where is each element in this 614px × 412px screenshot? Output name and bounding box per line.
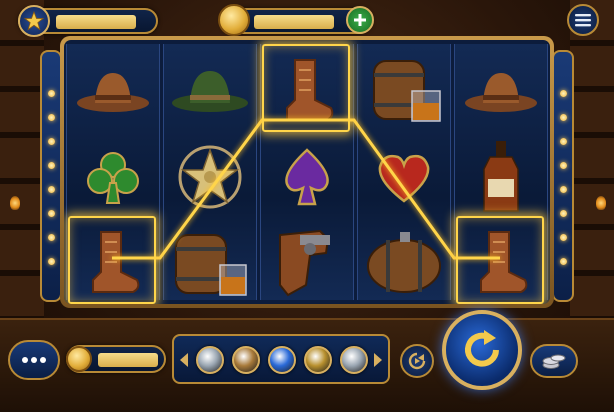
coin-icon: [218, 4, 250, 36]
autoplay-icon: [408, 352, 426, 370]
autoplay-button[interactable]: [400, 344, 434, 378]
rail-light: [48, 114, 55, 121]
spin-button[interactable]: [442, 310, 522, 390]
chip-silver[interactable]: [196, 346, 224, 374]
chip-gold[interactable]: [304, 346, 332, 374]
add-coins-button[interactable]: [346, 6, 374, 34]
plus-icon: [354, 14, 366, 26]
win-highlight-boot-right: [456, 216, 544, 304]
coin-icon: [66, 346, 92, 372]
rail-light: [48, 234, 55, 241]
rail-light: [48, 210, 55, 217]
rail-light: [560, 258, 567, 265]
bet-bar: [98, 353, 158, 367]
balance-bar: [254, 15, 334, 29]
rail-light: [48, 186, 55, 193]
rail-light: [560, 138, 567, 145]
spin-arrow-icon: [465, 330, 499, 367]
win-highlight-boot-left: [68, 216, 156, 304]
rail-light: [48, 162, 55, 169]
lamp-left: [10, 196, 20, 210]
lamp-right: [596, 196, 606, 210]
rail-light: [560, 234, 567, 241]
chip-bronze[interactable]: [232, 346, 260, 374]
win-highlight-boot-center: [262, 44, 350, 132]
rail-light: [48, 258, 55, 265]
more-options-button[interactable]: [8, 340, 60, 380]
level-bar: [56, 15, 136, 29]
reels-area: [64, 40, 550, 304]
hamburger-menu-icon: [575, 14, 591, 27]
rail-light: [560, 90, 567, 97]
reels-frame: [60, 36, 554, 308]
coin-stack-button[interactable]: [530, 344, 578, 378]
rail-light: [48, 90, 55, 97]
rail-light: [48, 138, 55, 145]
chip-silver[interactable]: [340, 346, 368, 374]
chevron-left-icon[interactable]: [180, 353, 188, 367]
ellipsis-icon: [22, 357, 46, 363]
menu-button[interactable]: [567, 4, 599, 36]
chip-blue[interactable]: [268, 346, 296, 374]
coin-stack-icon: [542, 354, 566, 369]
bet-selector: [172, 334, 390, 384]
rail-light: [560, 210, 567, 217]
chevron-right-icon[interactable]: [374, 353, 382, 367]
rail-light: [560, 114, 567, 121]
rail-light: [560, 186, 567, 193]
rail-light: [560, 162, 567, 169]
star-icon[interactable]: [18, 5, 50, 37]
